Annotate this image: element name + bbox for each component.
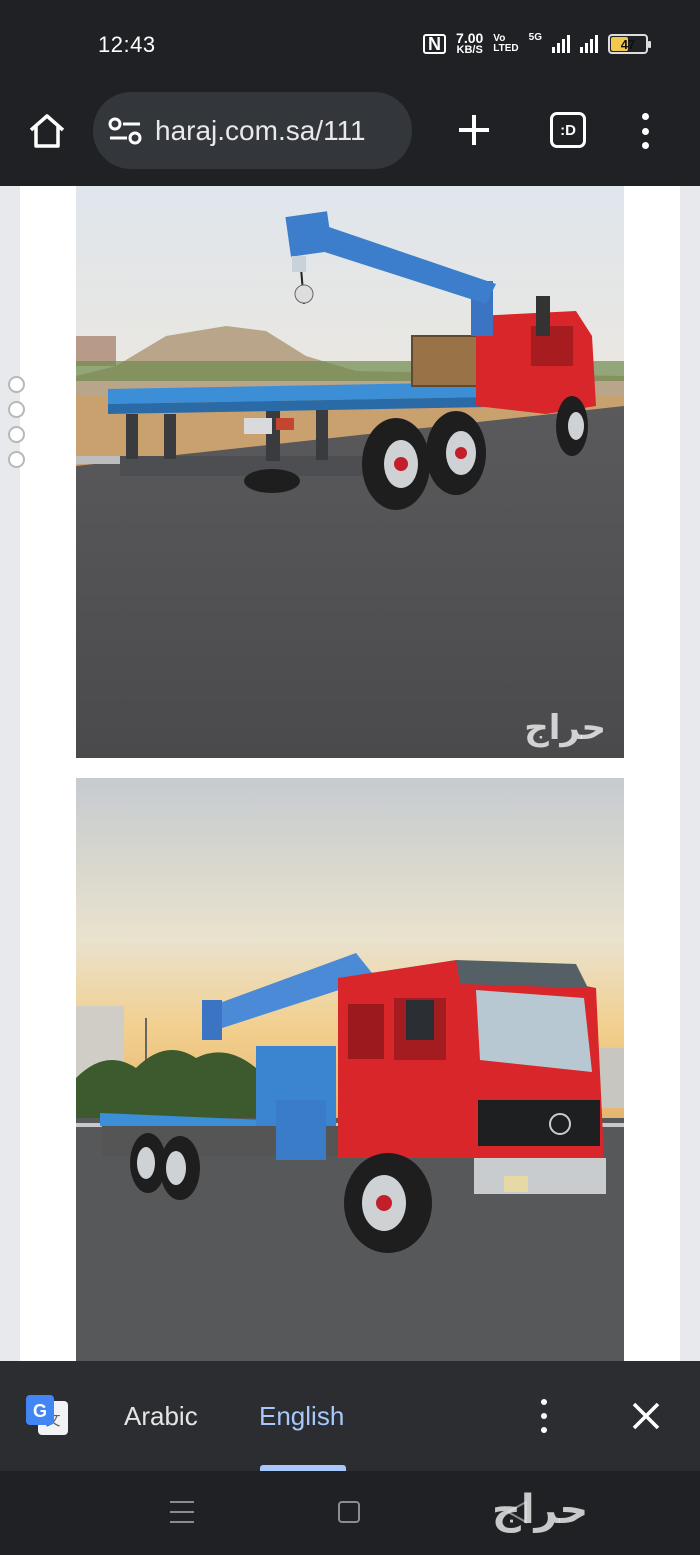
new-tab-button[interactable] — [454, 110, 494, 150]
listing-photo-1[interactable]: حراج — [76, 186, 624, 758]
haraj-watermark: حراج — [524, 708, 606, 748]
dot — [541, 1413, 547, 1419]
indicator-dot — [8, 401, 25, 418]
network-speed: 7.00 KB/S — [456, 31, 483, 56]
haraj-watermark-nav: حراج — [492, 1487, 589, 1533]
tab-switcher-button[interactable]: :D — [550, 112, 586, 148]
new-tab-icon — [459, 115, 489, 145]
google-translate-icon[interactable]: 文 G — [24, 1393, 70, 1439]
url-text[interactable]: haraj.com.sa/111 — [155, 115, 366, 147]
status-icons: N 7.00 KB/S Vo LTED 5G 47 — [423, 31, 651, 56]
address-bar[interactable]: haraj.com.sa/111 — [93, 92, 412, 169]
dot — [541, 1399, 547, 1405]
dot — [641, 142, 649, 149]
dot — [641, 113, 649, 120]
home-icon — [29, 114, 65, 148]
web-page[interactable]: حراج — [0, 186, 700, 1361]
battery-icon: 47 — [608, 34, 651, 54]
indicator-dot — [8, 451, 25, 468]
network-speed-unit: KB/S — [456, 44, 483, 56]
dot — [541, 1427, 547, 1433]
tab-language-target[interactable]: English — [259, 1401, 344, 1432]
volte-icon: Vo LTED — [493, 34, 518, 54]
signal-icon — [552, 35, 570, 53]
home-button[interactable] — [26, 110, 68, 152]
listing-photo-2[interactable] — [76, 778, 624, 1361]
translate-options-button[interactable] — [537, 1399, 551, 1433]
volte-bottom: LTED — [493, 43, 519, 54]
home-nav-button[interactable] — [338, 1501, 360, 1523]
status-bar: 12:43 N 7.00 KB/S Vo LTED 5G 47 — [0, 0, 700, 92]
translate-bar: 文 G Arabic English — [0, 1361, 700, 1471]
recent-apps-button[interactable] — [170, 1501, 194, 1523]
network-type: 5G — [528, 32, 542, 43]
close-icon — [632, 1402, 660, 1430]
dot — [641, 127, 649, 135]
indicator-dot — [8, 426, 25, 443]
truck-rear-image — [76, 186, 624, 758]
signal-icon-2 — [580, 35, 598, 53]
truck-front-image — [76, 778, 624, 1361]
tab-language-source[interactable]: Arabic — [124, 1401, 198, 1432]
svg-text:G: G — [33, 1401, 47, 1421]
status-time: 12:43 — [98, 32, 156, 57]
close-translate-button[interactable] — [628, 1398, 664, 1434]
indicator-dot — [8, 376, 25, 393]
battery-level: 47 — [620, 36, 636, 52]
system-navigation-bar: حراج — [0, 1471, 700, 1555]
site-settings-icon[interactable] — [107, 116, 143, 146]
overflow-menu-button[interactable] — [630, 110, 660, 152]
nfc-icon: N — [423, 34, 447, 54]
side-scroll-indicator — [8, 376, 25, 468]
browser-toolbar: haraj.com.sa/111 :D — [0, 92, 700, 186]
